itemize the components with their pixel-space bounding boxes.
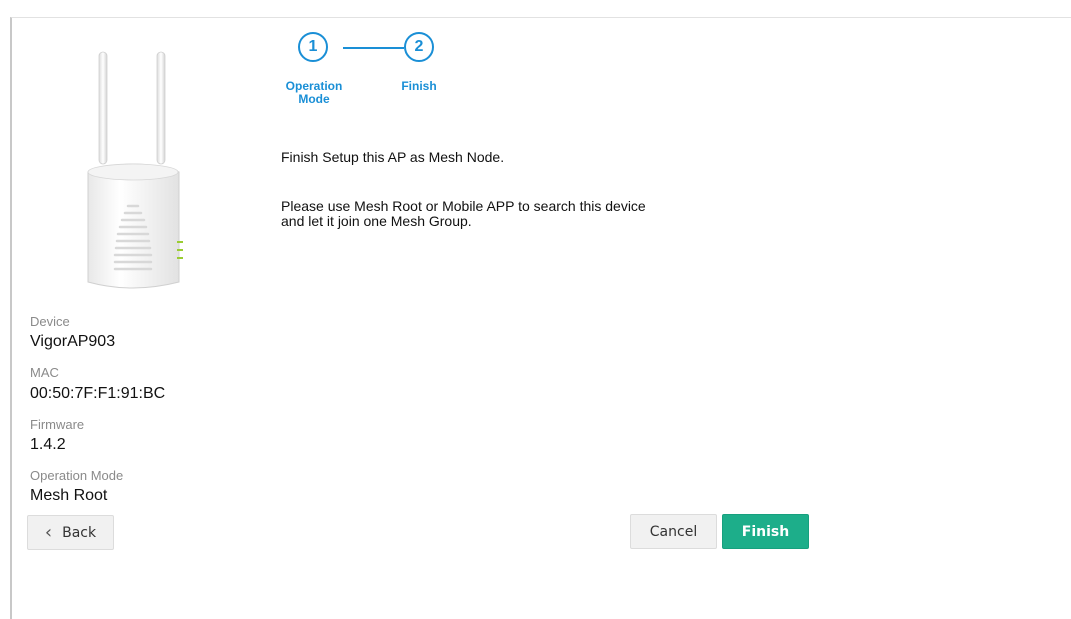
operation-mode-value: Mesh Root: [30, 487, 108, 504]
instruction-message: Please use Mesh Root or Mobile APP to se…: [281, 198, 646, 229]
chevron-left-icon: ‹: [44, 521, 53, 543]
mac-label: MAC: [30, 365, 59, 380]
device-image: [87, 51, 183, 289]
operation-mode-label: Operation Mode: [30, 468, 124, 483]
mac-value: 00:50:7F:F1:91:BC: [30, 385, 166, 402]
device-label: Device: [30, 314, 70, 329]
step-2-label: Finish: [401, 79, 437, 93]
finish-button[interactable]: Finish: [722, 514, 809, 549]
step-1-label: Operation Mode: [285, 79, 343, 106]
back-button[interactable]: ‹ Back: [27, 515, 114, 550]
finish-message: Finish Setup this AP as Mesh Node.: [281, 149, 505, 165]
back-button-label: Back: [62, 524, 97, 541]
cancel-button[interactable]: Cancel: [630, 514, 717, 549]
step-1-number: 1: [308, 38, 318, 55]
step-2-circle: 2: [404, 32, 434, 62]
firmware-label: Firmware: [30, 417, 85, 432]
step-connector: [343, 47, 404, 49]
step-2-number: 2: [414, 38, 424, 55]
step-1-circle: 1: [298, 32, 328, 62]
device-value: VigorAP903: [30, 333, 116, 350]
firmware-value: 1.4.2: [30, 436, 66, 453]
